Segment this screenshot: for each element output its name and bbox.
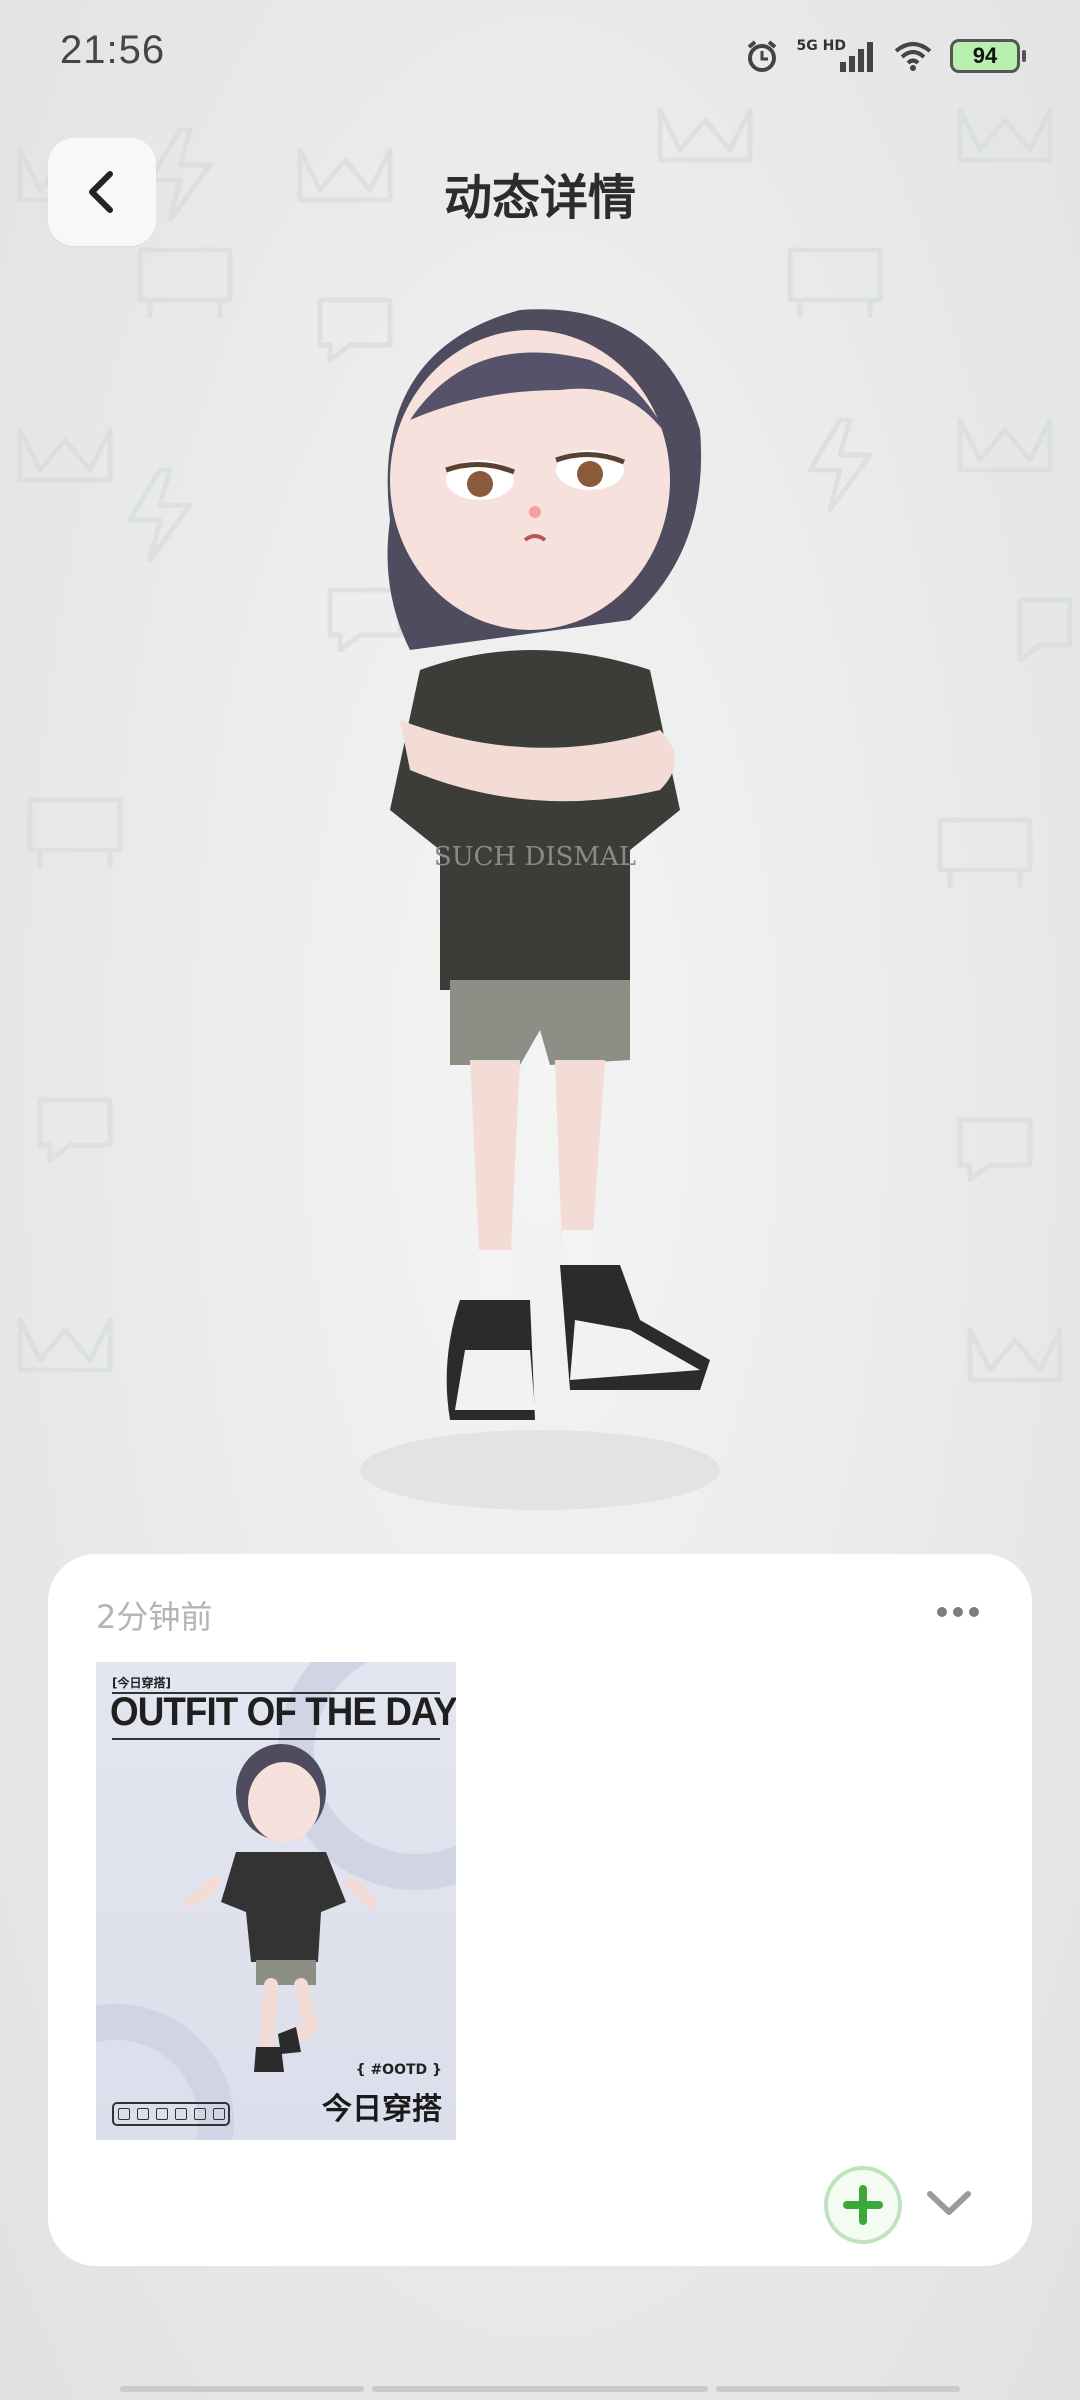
post-card: 2分钟前 [今日穿搭] OUTFIT OF THE DAY { #OOTD } … xyxy=(48,1554,1032,2266)
expand-button[interactable] xyxy=(924,2178,974,2228)
ootd-hashtag: { #OOTD } xyxy=(355,2062,442,2078)
pen-icon xyxy=(174,2108,187,2120)
bag-icon xyxy=(136,2108,149,2120)
ootd-icon-strip xyxy=(112,2102,230,2126)
ootd-tag: [今日穿搭] xyxy=(112,1676,171,1690)
more-options-button[interactable] xyxy=(928,1592,988,1632)
home-indicator-segment[interactable] xyxy=(372,2386,708,2392)
home-indicator-segment xyxy=(120,2386,364,2392)
cat-icon xyxy=(193,2108,206,2120)
svg-text:SUCH DISMAL: SUCH DISMAL xyxy=(434,842,636,872)
car-icon xyxy=(212,2108,225,2120)
plus-icon xyxy=(843,2185,883,2225)
network-label: 5G HD xyxy=(796,38,846,54)
status-time: 21:56 xyxy=(60,28,166,72)
add-button[interactable] xyxy=(824,2166,902,2244)
alarm-icon xyxy=(747,40,776,72)
divider xyxy=(112,1738,440,1740)
page-title: 动态详情 xyxy=(443,170,636,226)
avatar-3d-model[interactable]: SUCH DISMAL xyxy=(330,290,770,1580)
ootd-caption: 今日穿搭 xyxy=(322,2092,442,2127)
battery-level: 94 xyxy=(972,43,998,68)
post-timestamp: 2分钟前 xyxy=(96,1598,213,1636)
status-bar: 21:56 5G HD 94 xyxy=(0,0,1080,110)
ootd-heading: OUTFIT OF THE DAY xyxy=(110,1690,456,1734)
music-icon xyxy=(155,2108,168,2120)
wifi-icon xyxy=(894,42,932,71)
status-icons: 5G HD 94 xyxy=(745,34,1026,78)
shirt-icon xyxy=(117,2108,130,2120)
more-horizontal-icon xyxy=(937,1607,947,1617)
post-image[interactable]: [今日穿搭] OUTFIT OF THE DAY { #OOTD } 今日穿搭 xyxy=(96,1662,456,2140)
battery-icon: 94 xyxy=(950,39,1026,73)
chevron-down-icon xyxy=(927,2191,971,2215)
home-indicator-segment xyxy=(716,2386,960,2392)
